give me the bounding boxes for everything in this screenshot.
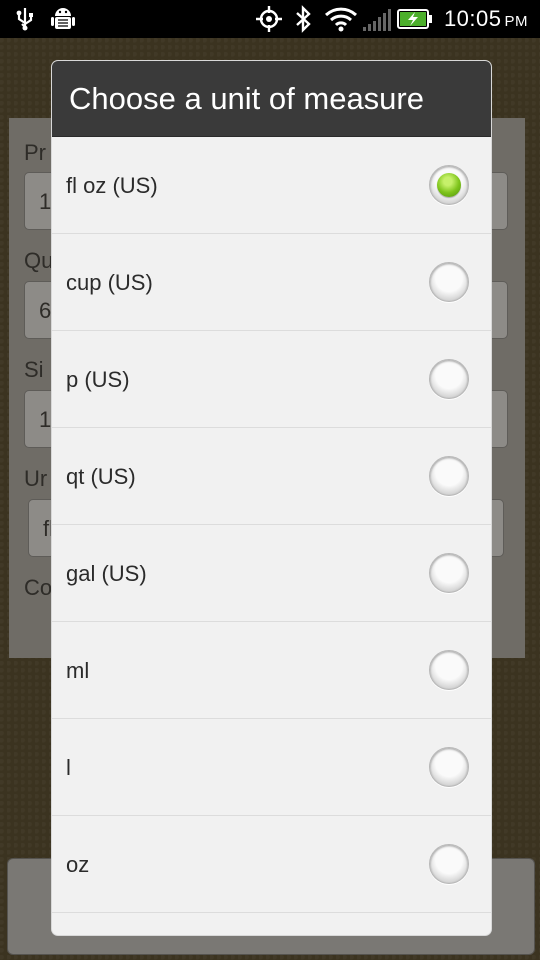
unit-option[interactable]: oz [52, 816, 491, 913]
unit-option-label: p (US) [66, 367, 130, 392]
unit-option[interactable]: cup (US) [52, 234, 491, 331]
radio-button[interactable] [429, 747, 469, 787]
unit-option-label: qt (US) [66, 464, 136, 489]
status-bar: 10:05 PM [0, 0, 540, 38]
unit-option[interactable]: gal (US) [52, 525, 491, 622]
size-label: Si [24, 357, 44, 382]
unit-option-label: l [66, 755, 71, 780]
radio-button[interactable] [429, 650, 469, 690]
unit-label: Ur [24, 466, 48, 491]
radio-button[interactable] [429, 359, 469, 399]
price-label: Pr [24, 140, 46, 165]
radio-button[interactable] [429, 456, 469, 496]
wifi-icon [324, 6, 358, 37]
bluetooth-icon [293, 5, 313, 38]
radio-button-checked[interactable] [429, 165, 469, 205]
cost-label: Co [24, 575, 53, 600]
clock: 10:05 PM [443, 6, 528, 31]
signal-icon [362, 8, 394, 37]
unit-option[interactable]: p (US) [52, 331, 491, 428]
unit-chooser-dialog: Choose a unit of measure fl oz (US) cup (… [52, 61, 491, 935]
unit-option[interactable]: qt (US) [52, 428, 491, 525]
usb-icon [14, 7, 36, 36]
dialog-title: Choose a unit of measure [52, 61, 491, 137]
unit-option-label: ml [66, 658, 90, 683]
quantity-label: Qu [24, 248, 54, 273]
unit-option[interactable]: l [52, 719, 491, 816]
radio-button[interactable] [429, 844, 469, 884]
unit-option-label: cup (US) [66, 270, 153, 295]
unit-option-label: fl oz (US) [66, 173, 158, 198]
radio-button[interactable] [429, 553, 469, 593]
android-debug-icon [50, 5, 76, 38]
unit-option-label: oz [66, 852, 90, 877]
unit-option-list[interactable]: fl oz (US) cup (US) p (US) qt (US) gal (US) m… [52, 137, 491, 913]
unit-option[interactable]: fl oz (US) [52, 137, 491, 234]
battery-charging-icon [397, 9, 433, 34]
gps-icon [255, 5, 283, 38]
unit-option-label: gal (US) [66, 561, 147, 586]
radio-button[interactable] [429, 262, 469, 302]
unit-option[interactable]: ml [52, 622, 491, 719]
